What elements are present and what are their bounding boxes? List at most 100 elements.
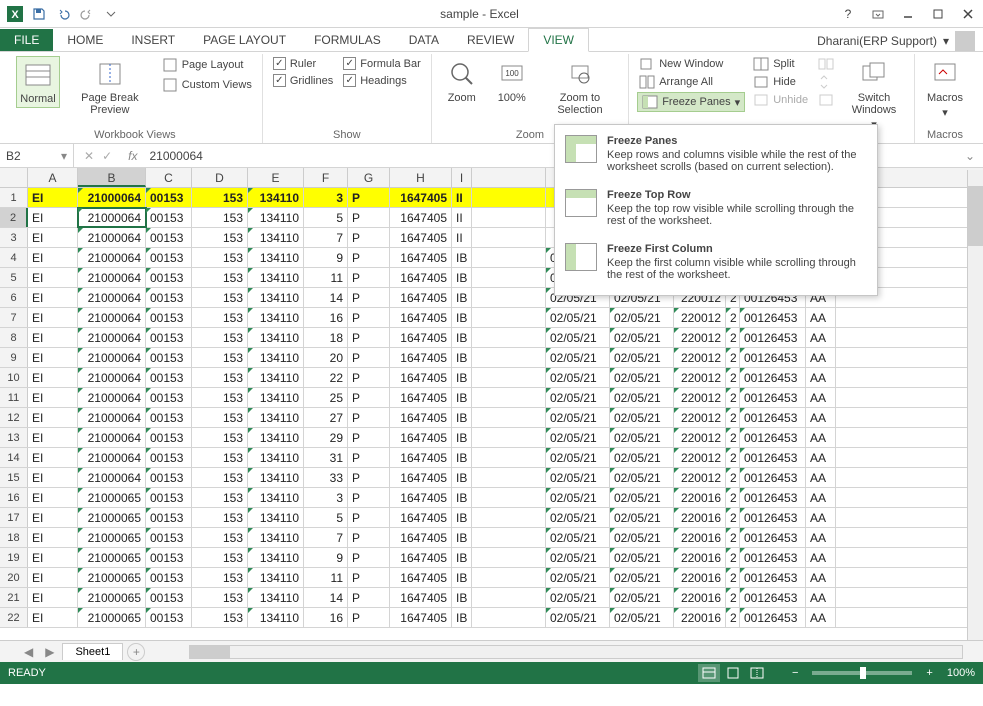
cell[interactable]: EI [28,368,78,387]
cell[interactable]: IB [452,308,472,327]
cell[interactable]: 153 [192,228,248,247]
cell[interactable] [472,448,546,467]
cell[interactable]: 2 [726,348,740,367]
cell[interactable]: 1647405 [390,568,452,587]
cell[interactable]: IB [452,388,472,407]
cell[interactable]: 153 [192,508,248,527]
freeze-panes-option[interactable]: Freeze PanesKeep rows and columns visibl… [559,129,873,183]
cell[interactable]: 2 [726,508,740,527]
cell[interactable]: IB [452,408,472,427]
name-box[interactable]: B2 ▾ [0,144,74,167]
arrange-all-button[interactable]: Arrange All [637,74,745,90]
cell[interactable]: P [348,308,390,327]
cell[interactable]: 00126453 [740,608,806,627]
cell[interactable]: 00126453 [740,508,806,527]
cell[interactable]: 02/05/21 [546,428,610,447]
cell[interactable]: 02/05/21 [610,428,674,447]
view-side-by-side-button[interactable] [816,56,836,72]
cell[interactable]: 21000065 [78,508,146,527]
cell[interactable]: 220012 [674,348,726,367]
row-header[interactable]: 2 [0,208,28,227]
excel-icon[interactable]: X [4,3,26,25]
cell[interactable]: 02/05/21 [610,608,674,627]
cell[interactable]: 00153 [146,448,192,467]
cell[interactable]: AA [806,588,836,607]
zoom-slider[interactable] [812,671,912,675]
row-header[interactable]: 3 [0,228,28,247]
cell[interactable]: 00126453 [740,348,806,367]
cell[interactable]: 1647405 [390,388,452,407]
cell[interactable]: 02/05/21 [610,308,674,327]
cell[interactable]: 00126453 [740,488,806,507]
cell[interactable]: 21000065 [78,568,146,587]
row-header[interactable]: 22 [0,608,28,627]
cell[interactable]: 153 [192,608,248,627]
cell[interactable]: 134110 [248,408,304,427]
tab-data[interactable]: DATA [395,29,453,51]
cell[interactable]: 220016 [674,488,726,507]
cell[interactable]: 00153 [146,208,192,227]
cell[interactable]: 00126453 [740,408,806,427]
user-area[interactable]: Dharani(ERP Support) ▾ [817,31,983,51]
page-layout-view-icon[interactable] [722,664,744,682]
vertical-scrollbar[interactable] [967,170,983,640]
row-header[interactable]: 6 [0,288,28,307]
cell[interactable]: 21000064 [78,228,146,247]
cell[interactable]: 134110 [248,188,304,207]
cell[interactable] [472,548,546,567]
cell[interactable]: 00153 [146,228,192,247]
cell[interactable]: 1647405 [390,408,452,427]
cell[interactable]: P [348,248,390,267]
cell[interactable]: 1647405 [390,228,452,247]
cell[interactable]: 134110 [248,388,304,407]
row-header[interactable]: 16 [0,488,28,507]
cell[interactable]: 02/05/21 [610,368,674,387]
tab-file[interactable]: FILE [0,29,53,51]
close-button[interactable] [953,2,983,26]
cell[interactable]: P [348,208,390,227]
cell[interactable] [472,228,546,247]
cell[interactable]: 02/05/21 [546,408,610,427]
cell[interactable]: 2 [726,568,740,587]
cell[interactable] [472,528,546,547]
cell[interactable]: 00153 [146,548,192,567]
column-header[interactable]: A [28,168,78,187]
cell[interactable]: 220016 [674,608,726,627]
cell[interactable]: 14 [304,588,348,607]
cell[interactable]: 00126453 [740,588,806,607]
row-header[interactable]: 21 [0,588,28,607]
cell[interactable]: 02/05/21 [546,528,610,547]
cell[interactable]: 00153 [146,468,192,487]
cell[interactable]: IB [452,548,472,567]
tab-formulas[interactable]: FORMULAS [300,29,395,51]
cell[interactable]: 220012 [674,388,726,407]
cell[interactable]: AA [806,428,836,447]
cell[interactable]: AA [806,568,836,587]
cell[interactable]: P [348,548,390,567]
cell[interactable]: 02/05/21 [546,368,610,387]
cell[interactable]: 134110 [248,508,304,527]
cell[interactable]: 02/05/21 [610,528,674,547]
cell[interactable]: 00126453 [740,368,806,387]
cell[interactable]: 220012 [674,368,726,387]
cell[interactable]: 220012 [674,448,726,467]
column-header[interactable]: B [78,168,146,187]
cell[interactable]: 3 [304,488,348,507]
row-header[interactable]: 12 [0,408,28,427]
cell[interactable]: 1647405 [390,308,452,327]
cell[interactable]: 134110 [248,468,304,487]
normal-view-icon[interactable] [698,664,720,682]
cell[interactable]: 134110 [248,248,304,267]
column-header[interactable]: F [304,168,348,187]
cell[interactable]: 02/05/21 [610,388,674,407]
cell[interactable]: 2 [726,608,740,627]
cell[interactable]: 1647405 [390,248,452,267]
cell[interactable]: 21000064 [78,428,146,447]
cell[interactable]: 02/05/21 [546,308,610,327]
gridlines-checkbox[interactable]: ✓Gridlines [271,73,335,88]
cell[interactable]: 220016 [674,588,726,607]
tab-page-layout[interactable]: PAGE LAYOUT [189,29,300,51]
cell[interactable]: 153 [192,468,248,487]
cell[interactable] [472,488,546,507]
cell[interactable]: P [348,608,390,627]
